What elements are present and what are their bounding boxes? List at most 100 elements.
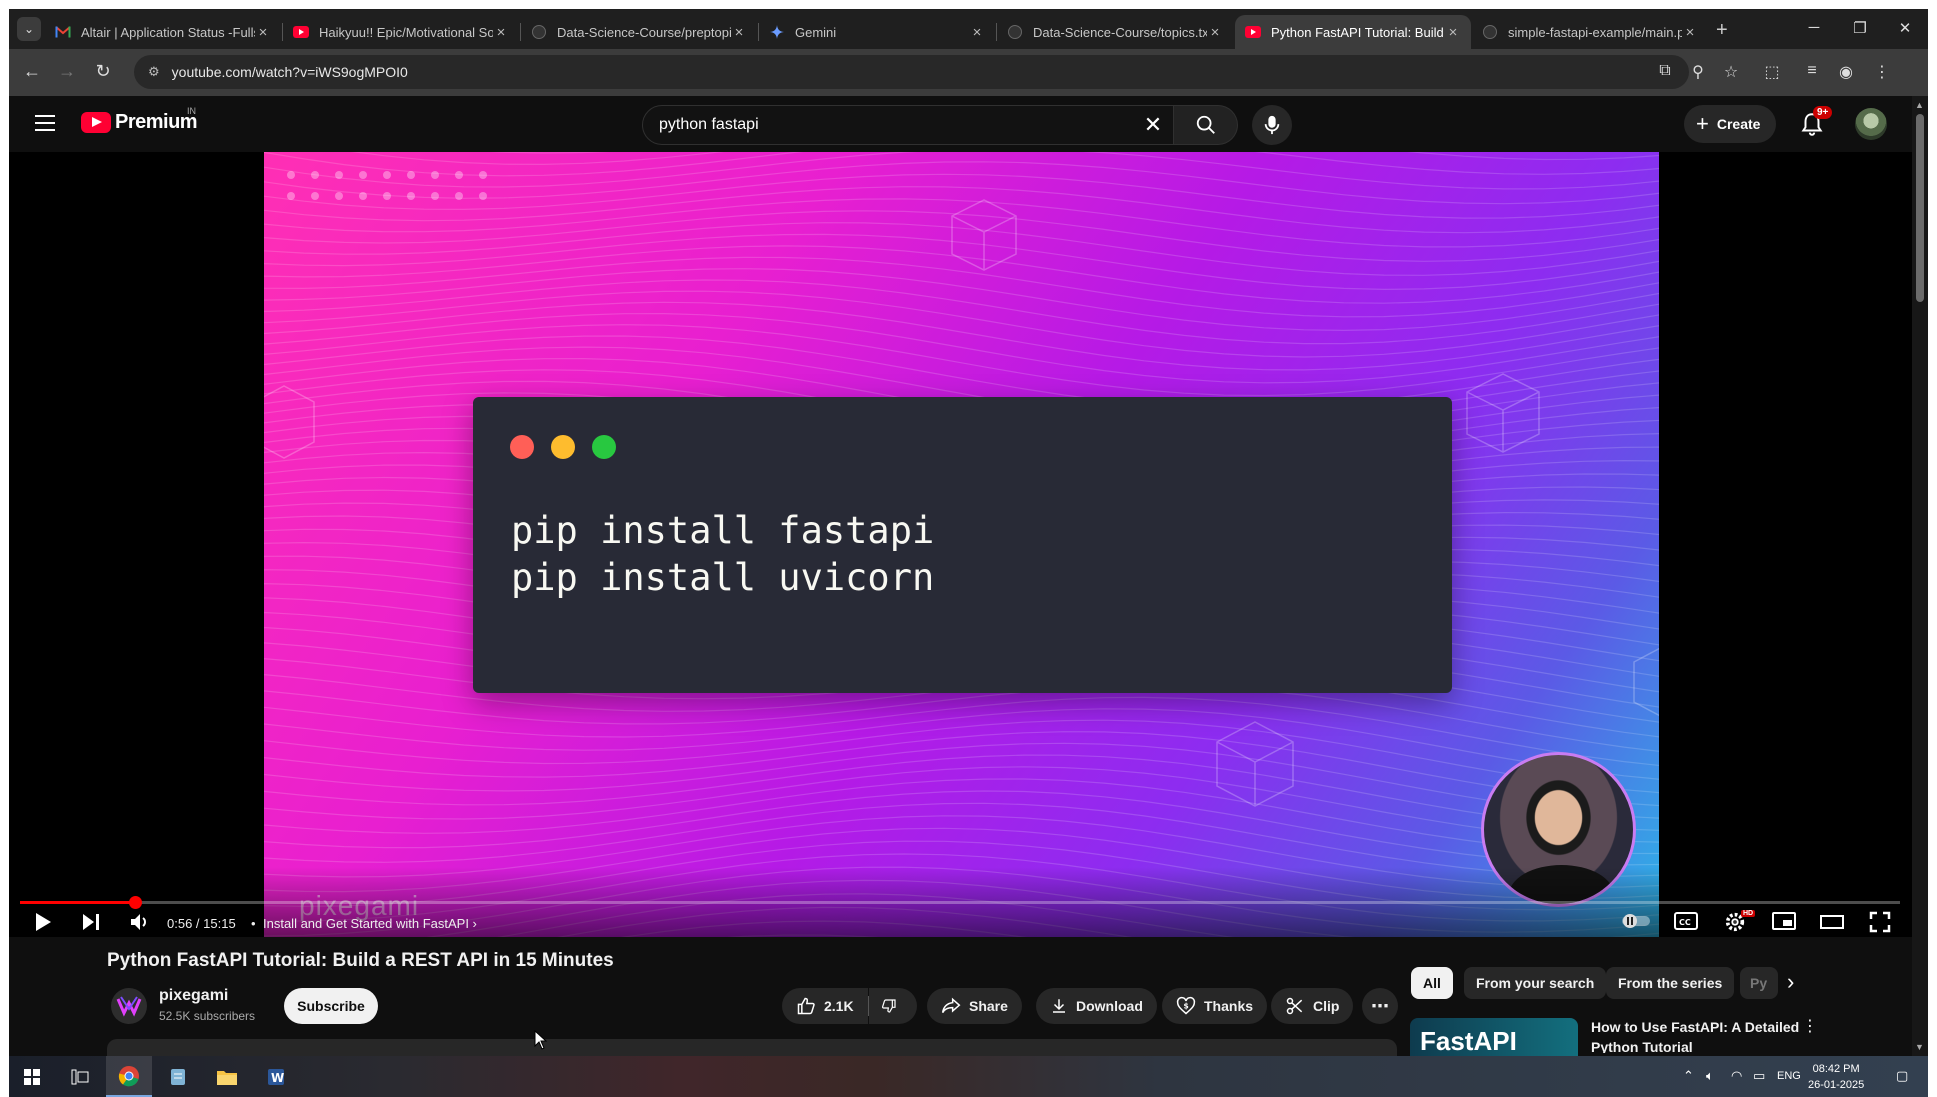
miniplayer-icon [1772, 912, 1796, 930]
bookmark-star-icon[interactable]: ☆ [1720, 62, 1742, 82]
youtube-premium-logo[interactable]: Premium IN [81, 106, 198, 134]
tab-github-preptopic[interactable]: Data-Science-Course/preptopic × [521, 15, 757, 49]
tab-github-main[interactable]: simple-fastapi-example/main.p × [1472, 15, 1708, 49]
address-bar[interactable]: ⚙ youtube.com/watch?v=iWS9ogMPOI0 [134, 55, 1689, 89]
close-tab-icon[interactable]: × [1445, 24, 1461, 41]
close-tab-icon[interactable]: × [731, 24, 747, 41]
page-scrollbar[interactable]: ▲ ▼ [1912, 96, 1928, 1056]
browser-menu-icon[interactable]: ⋮ [1871, 62, 1893, 82]
system-clock[interactable]: 08:42 PM 26-01-2025 [1808, 1061, 1864, 1093]
clear-search-icon[interactable]: ✕ [1133, 112, 1173, 138]
tab-altair[interactable]: Altair | Application Status -Fulls × [45, 15, 281, 49]
video-frame[interactable]: pip install fastapi pip install uvicorn [264, 152, 1659, 937]
show-hidden-icons-icon[interactable]: ⌃ [1683, 1068, 1694, 1084]
chapter-button[interactable]: Install and Get Started with FastAPI › [263, 916, 477, 931]
tab-title: Python FastAPI Tutorial: Build a [1271, 24, 1445, 40]
zoom-icon[interactable]: ⚲ [1687, 62, 1709, 82]
close-tab-icon[interactable]: × [969, 24, 985, 41]
recommendation-menu-icon[interactable]: ⋮ [1802, 1016, 1818, 1036]
new-tab-icon[interactable]: + [1716, 19, 1728, 42]
captions-button[interactable]: CC [1671, 911, 1701, 937]
download-button[interactable]: Download [1036, 988, 1157, 1024]
like-button[interactable]: 2.1K [782, 988, 868, 1024]
close-tab-icon[interactable]: × [1682, 24, 1698, 41]
chip-from-the-series[interactable]: From the series [1606, 967, 1735, 999]
description-box[interactable] [107, 1039, 1397, 1056]
mute-button[interactable] [124, 911, 154, 939]
next-button[interactable] [76, 911, 106, 939]
captions-icon: CC [1674, 912, 1698, 930]
voice-search-button[interactable] [1252, 105, 1292, 145]
theater-mode-button[interactable] [1817, 911, 1847, 937]
language-indicator[interactable]: ENG [1777, 1070, 1801, 1082]
close-tab-icon[interactable]: × [255, 24, 271, 41]
chevron-right-icon[interactable]: › [1787, 969, 1794, 995]
word-taskbar-button[interactable]: W [253, 1056, 299, 1097]
thanks-button[interactable]: $ Thanks [1162, 988, 1268, 1024]
close-tab-icon[interactable]: × [493, 24, 509, 41]
tab-gemini[interactable]: Gemini × [759, 15, 995, 49]
scroll-down-icon[interactable]: ▼ [1915, 1042, 1924, 1052]
scrubber-handle[interactable] [128, 896, 142, 909]
miniplayer-button[interactable] [1769, 911, 1799, 937]
more-actions-button[interactable]: ⋯ [1362, 988, 1398, 1024]
tab-github-topics[interactable]: Data-Science-Course/topics.txt × [997, 15, 1233, 49]
tab-fastapi-tutorial[interactable]: Python FastAPI Tutorial: Build a × [1235, 15, 1471, 49]
subscribe-button[interactable]: Subscribe [284, 988, 378, 1024]
taskbar: W ⌃ 🔈︎ ◠ ▭ ENG 08:42 PM 26-01-2025 ▢ [9, 1056, 1928, 1097]
menu-icon[interactable] [35, 115, 55, 136]
close-window-icon[interactable]: ✕ [1890, 19, 1920, 37]
wifi-icon[interactable]: ◠ [1731, 1068, 1742, 1084]
play-button[interactable] [28, 911, 58, 939]
media-control-icon[interactable]: ≡ [1801, 62, 1823, 80]
browser-chrome: ⌄ Altair | Application Status -Fulls × H… [9, 9, 1928, 96]
svg-text:CC: CC [1679, 918, 1691, 927]
chip-python[interactable]: Py [1740, 967, 1778, 999]
recommendation-title[interactable]: How to Use FastAPI: A Detailed Python Tu… [1591, 1017, 1801, 1053]
autoplay-icon [1622, 914, 1650, 928]
progress-bar[interactable] [20, 896, 1900, 909]
tab-haikyuu[interactable]: Haikyuu!! Epic/Motivational So × [283, 15, 519, 49]
channel-avatar[interactable] [111, 988, 147, 1024]
autoplay-toggle[interactable] [1620, 911, 1650, 934]
install-app-icon[interactable]: ⧉ [1654, 62, 1676, 80]
restore-icon[interactable]: ❐ [1845, 19, 1875, 37]
scrollbar-thumb[interactable] [1916, 114, 1924, 302]
clip-button[interactable]: Clip [1271, 988, 1354, 1024]
scroll-up-icon[interactable]: ▲ [1915, 100, 1924, 110]
fullscreen-button[interactable] [1865, 911, 1895, 939]
site-info-icon[interactable]: ⚙ [148, 64, 160, 80]
recommendation-thumbnail[interactable]: FastAPI [1410, 1018, 1578, 1056]
notification-center-icon[interactable]: ▢ [1896, 1068, 1908, 1084]
chip-all[interactable]: All [1411, 967, 1453, 999]
tab-search-button[interactable]: ⌄ [17, 17, 41, 41]
svg-text:$: $ [1184, 1002, 1189, 1011]
chip-from-your-search[interactable]: From your search [1464, 967, 1607, 999]
reload-icon[interactable]: ↻ [91, 61, 115, 82]
search-button[interactable] [1174, 105, 1238, 145]
video-player[interactable]: pip install fastapi pip install uvicorn … [9, 152, 1912, 937]
close-tab-icon[interactable]: × [1207, 24, 1223, 41]
thumbs-down-icon [881, 999, 896, 1013]
notifications-button[interactable]: 9+ [1797, 106, 1833, 140]
app-taskbar-button[interactable] [155, 1056, 201, 1097]
forward-icon[interactable]: → [55, 61, 79, 82]
channel-name[interactable]: pixegami [159, 987, 228, 1005]
create-button[interactable]: + Create [1684, 105, 1777, 143]
search-input[interactable]: python fastapi ✕ [642, 105, 1174, 145]
start-button[interactable] [9, 1056, 55, 1097]
account-avatar[interactable] [1855, 108, 1887, 140]
speaker-icon[interactable]: 🔈︎ [1706, 1068, 1714, 1084]
file-explorer-button[interactable] [204, 1056, 250, 1097]
extensions-icon[interactable]: ⬚ [1761, 62, 1783, 82]
minimize-icon[interactable]: ─ [1799, 19, 1829, 36]
back-icon[interactable]: ← [20, 61, 44, 82]
dislike-button[interactable] [869, 988, 917, 1024]
chrome-taskbar-button[interactable] [106, 1056, 152, 1097]
share-button[interactable]: Share [927, 988, 1022, 1024]
battery-icon[interactable]: ▭ [1753, 1068, 1765, 1084]
chapter-separator: • [251, 916, 256, 931]
svg-text:W: W [271, 1071, 284, 1085]
profile-icon[interactable]: ◉ [1835, 62, 1857, 82]
task-view-button[interactable] [57, 1056, 103, 1097]
